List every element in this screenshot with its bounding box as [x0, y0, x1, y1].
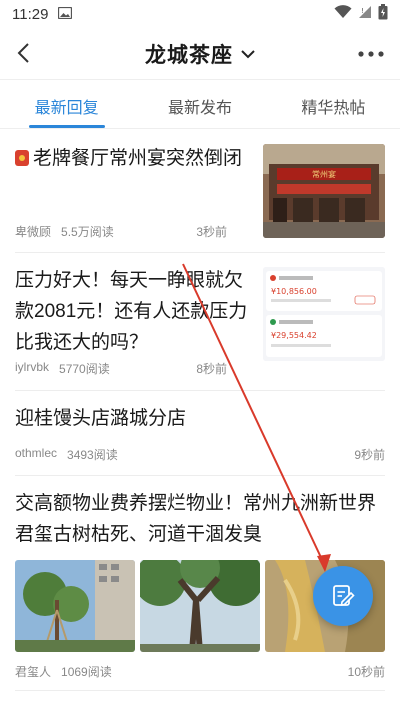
wifi-icon	[334, 5, 352, 23]
more-dots-icon	[358, 51, 384, 57]
post-item[interactable]: 压力好大！每天一睁眼就欠款2081元！还有人还款压力比我还大的吗？ iylrvb…	[15, 253, 385, 391]
hot-badge-icon	[15, 150, 29, 166]
post-title: 迎桂馒头店潞城分店	[15, 408, 187, 429]
battery-icon	[378, 4, 388, 24]
post-thumbnail[interactable]: ¥10,856.00 ¥29,554.42	[263, 267, 385, 361]
post-image[interactable]	[140, 560, 260, 652]
tab-featured-posts[interactable]: 精华热帖	[267, 80, 400, 128]
tab-latest-reply[interactable]: 最新回复	[0, 80, 133, 128]
post-time: 3秒前	[196, 225, 227, 239]
edit-icon	[333, 585, 355, 606]
post-read-count: 5.5万阅读	[61, 225, 114, 239]
post-read-count: 5770阅读	[59, 362, 110, 376]
post-time: 10秒前	[347, 665, 385, 679]
post-author[interactable]: othmlec	[15, 446, 57, 463]
chevron-down-icon[interactable]	[241, 49, 255, 59]
post-author[interactable]: 君玺人	[15, 663, 51, 680]
post-author[interactable]: iylrvbk	[15, 360, 49, 377]
post-author[interactable]: 卑微顾	[15, 223, 51, 240]
post-title: 交高额物业费养摆烂物业！常州九洲新世界君玺古树枯死、河道干涸发臭	[15, 493, 377, 545]
chevron-left-icon	[17, 43, 29, 63]
compose-post-button[interactable]	[313, 566, 373, 626]
post-time: 9秒前	[354, 448, 385, 462]
gallery-notification-icon	[58, 6, 73, 23]
tab-bar: 最新回复 最新发布 精华热帖	[0, 80, 400, 128]
post-image[interactable]	[15, 560, 135, 652]
post-item[interactable]: 老牌餐厅常州宴突然倒闭 卑微顾 5.5万阅读 3秒前 常州宴	[15, 129, 385, 253]
back-button[interactable]	[8, 38, 38, 68]
post-read-count: 1069阅读	[61, 665, 112, 679]
svg-text:!: !	[361, 7, 364, 15]
more-options-button[interactable]	[356, 40, 386, 68]
post-read-count: 3493阅读	[67, 448, 118, 462]
status-bar: 11:29 !	[0, 0, 400, 28]
post-thumbnail[interactable]: 常州宴	[263, 144, 385, 238]
post-title: 老牌餐厅常州宴突然倒闭	[33, 148, 243, 169]
bank1-amount-text: ¥10,856.00	[271, 287, 317, 296]
tab-latest-posts[interactable]: 最新发布	[133, 80, 266, 128]
status-time: 11:29	[12, 5, 49, 23]
cellular-signal-icon: !	[358, 5, 372, 23]
post-time: 8秒前	[196, 362, 227, 376]
forum-title[interactable]: 龙城茶座	[145, 39, 233, 69]
restaurant-sign-text: 常州宴	[312, 169, 336, 179]
bank2-amount-text: ¥29,554.42	[271, 331, 317, 340]
post-item[interactable]: 迎桂馒头店潞城分店 othmlec 3493阅读 9秒前	[15, 391, 385, 476]
app-header: 龙城茶座	[0, 28, 400, 80]
post-title: 压力好大！每天一睁眼就欠款2081元！还有人还款压力比我还大的吗？	[15, 270, 248, 353]
